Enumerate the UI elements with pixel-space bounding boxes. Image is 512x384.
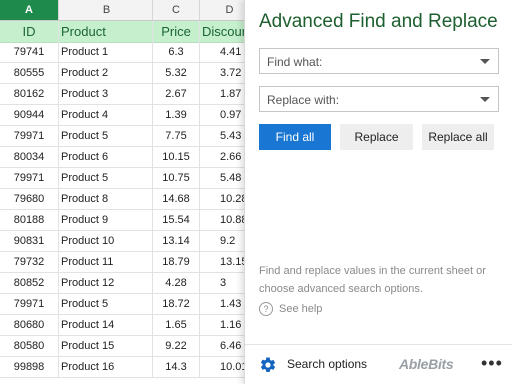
- cell-product[interactable]: Product 15: [59, 336, 153, 357]
- cell-id[interactable]: 80034: [0, 147, 59, 168]
- cell-product[interactable]: Product 9: [59, 210, 153, 231]
- replace-with-placeholder: Replace with:: [267, 93, 340, 107]
- cell-product[interactable]: Product 1: [59, 42, 153, 63]
- cell-product[interactable]: Product 5: [59, 168, 153, 189]
- cell-product[interactable]: Product 8: [59, 189, 153, 210]
- table-row: 80852 Product 12 4.28 3: [0, 273, 260, 294]
- see-help-label: See help: [279, 303, 323, 315]
- cell-id[interactable]: 79741: [0, 42, 59, 63]
- cell-price[interactable]: 1.65: [153, 315, 200, 336]
- table-row: 79741 Product 1 6.3 4.41: [0, 42, 260, 63]
- table-row: 79680 Product 8 14.68 10.28: [0, 189, 260, 210]
- chevron-down-icon[interactable]: [480, 59, 490, 64]
- table-row: 90944 Product 4 1.39 0.97: [0, 105, 260, 126]
- ablebits-logo: AbleBits: [399, 356, 454, 372]
- info-text: Find and replace values in the current s…: [259, 265, 486, 295]
- table-row: 99898 Product 16 14.3 10.01: [0, 357, 260, 378]
- cell-id[interactable]: 80188: [0, 210, 59, 231]
- cell-id[interactable]: 80680: [0, 315, 59, 336]
- table-row: 80580 Product 15 9.22 6.46: [0, 336, 260, 357]
- find-all-button[interactable]: Find all: [259, 124, 331, 150]
- see-help-link[interactable]: ? See help: [259, 302, 322, 316]
- gear-icon[interactable]: [259, 356, 277, 374]
- cell-price[interactable]: 15.54: [153, 210, 200, 231]
- cell-id[interactable]: 79732: [0, 252, 59, 273]
- panel-footer: Search options AbleBits •••: [245, 344, 512, 384]
- cell-price[interactable]: 14.68: [153, 189, 200, 210]
- cell-product[interactable]: Product 4: [59, 105, 153, 126]
- cell-id[interactable]: 80555: [0, 63, 59, 84]
- table-row: 80188 Product 9 15.54 10.88: [0, 210, 260, 231]
- column-header-c[interactable]: C: [153, 0, 200, 21]
- search-options-link[interactable]: Search options: [287, 357, 367, 371]
- replace-with-dropdown[interactable]: Replace with:: [259, 86, 499, 112]
- replace-all-button[interactable]: Replace all: [422, 124, 494, 150]
- cell-price[interactable]: 10.75: [153, 168, 200, 189]
- cell-id[interactable]: 90944: [0, 105, 59, 126]
- cell-product[interactable]: Product 12: [59, 273, 153, 294]
- cell-price[interactable]: 7.75: [153, 126, 200, 147]
- cell-product[interactable]: Product 10: [59, 231, 153, 252]
- cell-product[interactable]: Product 16: [59, 357, 153, 378]
- cell-product[interactable]: Product 2: [59, 63, 153, 84]
- table-row: 80162 Product 3 2.67 1.87: [0, 84, 260, 105]
- find-what-dropdown[interactable]: Find what:: [259, 48, 499, 74]
- table-row: 79732 Product 11 18.79 13.15: [0, 252, 260, 273]
- cell-id[interactable]: 80852: [0, 273, 59, 294]
- cell-product[interactable]: Product 11: [59, 252, 153, 273]
- find-what-placeholder: Find what:: [267, 55, 323, 69]
- cell-id[interactable]: 80162: [0, 84, 59, 105]
- cell-product[interactable]: Product 14: [59, 315, 153, 336]
- table-row: 80555 Product 2 5.32 3.72: [0, 63, 260, 84]
- cell-id[interactable]: 79971: [0, 294, 59, 315]
- table-row: 90831 Product 10 13.14 9.2: [0, 231, 260, 252]
- panel-title: Advanced Find and Replace: [259, 11, 498, 32]
- cell-price[interactable]: 4.28: [153, 273, 200, 294]
- table-row: 79971 Product 5 7.75 5.43: [0, 126, 260, 147]
- cell-product[interactable]: Product 5: [59, 126, 153, 147]
- table-row: 80680 Product 14 1.65 1.16: [0, 315, 260, 336]
- header-cell-id[interactable]: ID: [0, 21, 59, 43]
- cell-id[interactable]: 79971: [0, 126, 59, 147]
- header-cell-price[interactable]: Price: [153, 21, 200, 43]
- cell-price[interactable]: 1.39: [153, 105, 200, 126]
- sheet-grid: ID Product Price Discount 79741 Product 1…: [0, 21, 260, 378]
- cell-id[interactable]: 99898: [0, 357, 59, 378]
- cell-price[interactable]: 14.3: [153, 357, 200, 378]
- table-row: 80034 Product 6 10.15 2.66: [0, 147, 260, 168]
- spreadsheet[interactable]: A B C D ID Product Price Discount 79741 P…: [0, 0, 260, 384]
- more-options-icon[interactable]: •••: [481, 354, 503, 372]
- cell-price[interactable]: 13.14: [153, 231, 200, 252]
- cell-product[interactable]: Product 5: [59, 294, 153, 315]
- cell-price[interactable]: 5.32: [153, 63, 200, 84]
- cell-price[interactable]: 10.15: [153, 147, 200, 168]
- column-header-a[interactable]: A: [0, 0, 59, 21]
- cell-product[interactable]: Product 3: [59, 84, 153, 105]
- cell-price[interactable]: 9.22: [153, 336, 200, 357]
- cell-price[interactable]: 2.67: [153, 84, 200, 105]
- column-headers: A B C D: [0, 0, 260, 21]
- cell-id[interactable]: 90831: [0, 231, 59, 252]
- chevron-down-icon[interactable]: [480, 97, 490, 102]
- cell-id[interactable]: 79971: [0, 168, 59, 189]
- header-cell-product[interactable]: Product: [59, 21, 153, 43]
- question-icon: ?: [259, 302, 273, 316]
- find-replace-panel: Advanced Find and Replace Find what: Rep…: [244, 0, 512, 384]
- cell-id[interactable]: 80580: [0, 336, 59, 357]
- cell-price[interactable]: 6.3: [153, 42, 200, 63]
- cell-id[interactable]: 79680: [0, 189, 59, 210]
- replace-button[interactable]: Replace: [340, 124, 413, 150]
- table-row: 79971 Product 5 18.72 1.43: [0, 294, 260, 315]
- cell-price[interactable]: 18.72: [153, 294, 200, 315]
- cell-price[interactable]: 18.79: [153, 252, 200, 273]
- header-row: ID Product Price Discount: [0, 21, 260, 43]
- table-row: 79971 Product 5 10.75 5.48: [0, 168, 260, 189]
- column-header-b[interactable]: B: [59, 0, 153, 21]
- cell-product[interactable]: Product 6: [59, 147, 153, 168]
